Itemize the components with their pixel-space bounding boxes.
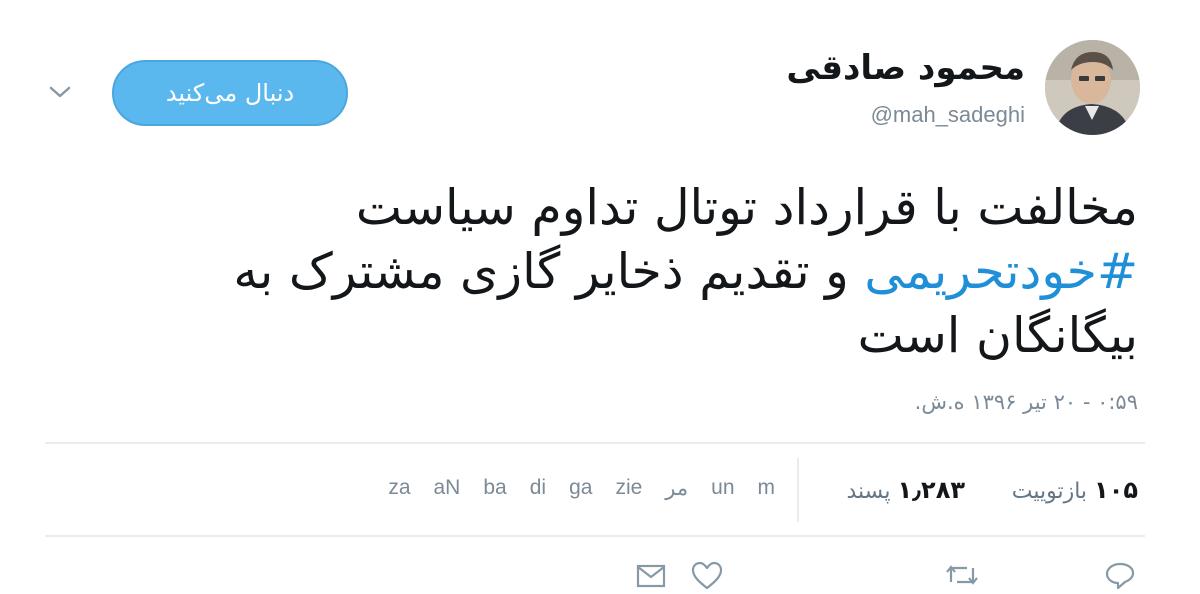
tweet-text: مخالفت با قرارداد توتال تداوم سیاست #خود… [98,176,1138,368]
tweet-timestamp[interactable]: ۰:۵۹ - ۲۰ تیر ۱۳۹۶ ه.ش. [915,390,1138,414]
like-count: ۱٫۲۸۳ [897,476,965,504]
author-avatar[interactable] [1045,40,1140,135]
mail-icon [636,564,666,588]
liker-avatar[interactable]: un [711,476,734,501]
tweet-text-fragment: و تقدیم ذخایر گازی مشترک به [233,243,865,300]
like-count-stat[interactable]: ۱٫۲۸۳ پسند [847,476,966,504]
liker-avatar[interactable]: aN [434,476,461,501]
retweet-button[interactable] [945,560,979,590]
divider [45,442,1145,444]
user-avatar-photo-icon [1045,40,1140,135]
tweet-text-line: #خودتحریمی و تقدیم ذخایر گازی مشترک به [98,240,1138,304]
tweet-card: محمود صادقی @mah_sadeghi دنبال می‌کنید م… [0,0,1200,592]
retweet-count: ۱۰۵ [1094,476,1138,504]
following-button-label: دنبال می‌کنید [165,79,295,107]
retweet-icon [946,565,978,585]
tweet-text-line: بیگانگان است [857,307,1138,364]
liker-avatar[interactable]: ba [483,476,506,501]
tweet-text-line: مخالفت با قرارداد توتال تداوم سیاست [355,179,1138,236]
author-handle[interactable]: @mah_sadeghi [871,102,1025,128]
following-button[interactable]: دنبال می‌کنید [112,60,348,126]
liker-avatar[interactable]: ga [569,476,592,501]
heart-icon [691,561,723,590]
author-name[interactable]: محمود صادقی [786,48,1025,88]
more-options-button[interactable] [44,80,76,104]
liker-avatar[interactable]: di [530,476,546,501]
chevron-down-icon [49,86,71,98]
liker-avatar[interactable]: za [388,476,410,501]
direct-message-button[interactable] [634,560,668,590]
divider [45,535,1145,537]
hashtag-link[interactable]: #خودتحریمی [864,243,1138,300]
reply-icon [1105,562,1135,590]
liker-avatar[interactable]: m [758,476,776,501]
reply-button[interactable] [1103,560,1137,590]
liker-avatar[interactable]: مر [665,476,688,501]
liker-avatar[interactable]: zie [615,476,642,501]
like-button[interactable] [690,560,724,590]
retweet-count-label: بازتوییت [1011,479,1088,504]
like-count-label: پسند [846,479,891,504]
likers-list: m un مر zie ga di ba aN za [275,476,775,501]
retweet-count-stat[interactable]: ۱۰۵ بازتوییت [1012,476,1138,504]
stats-separator [797,458,799,522]
